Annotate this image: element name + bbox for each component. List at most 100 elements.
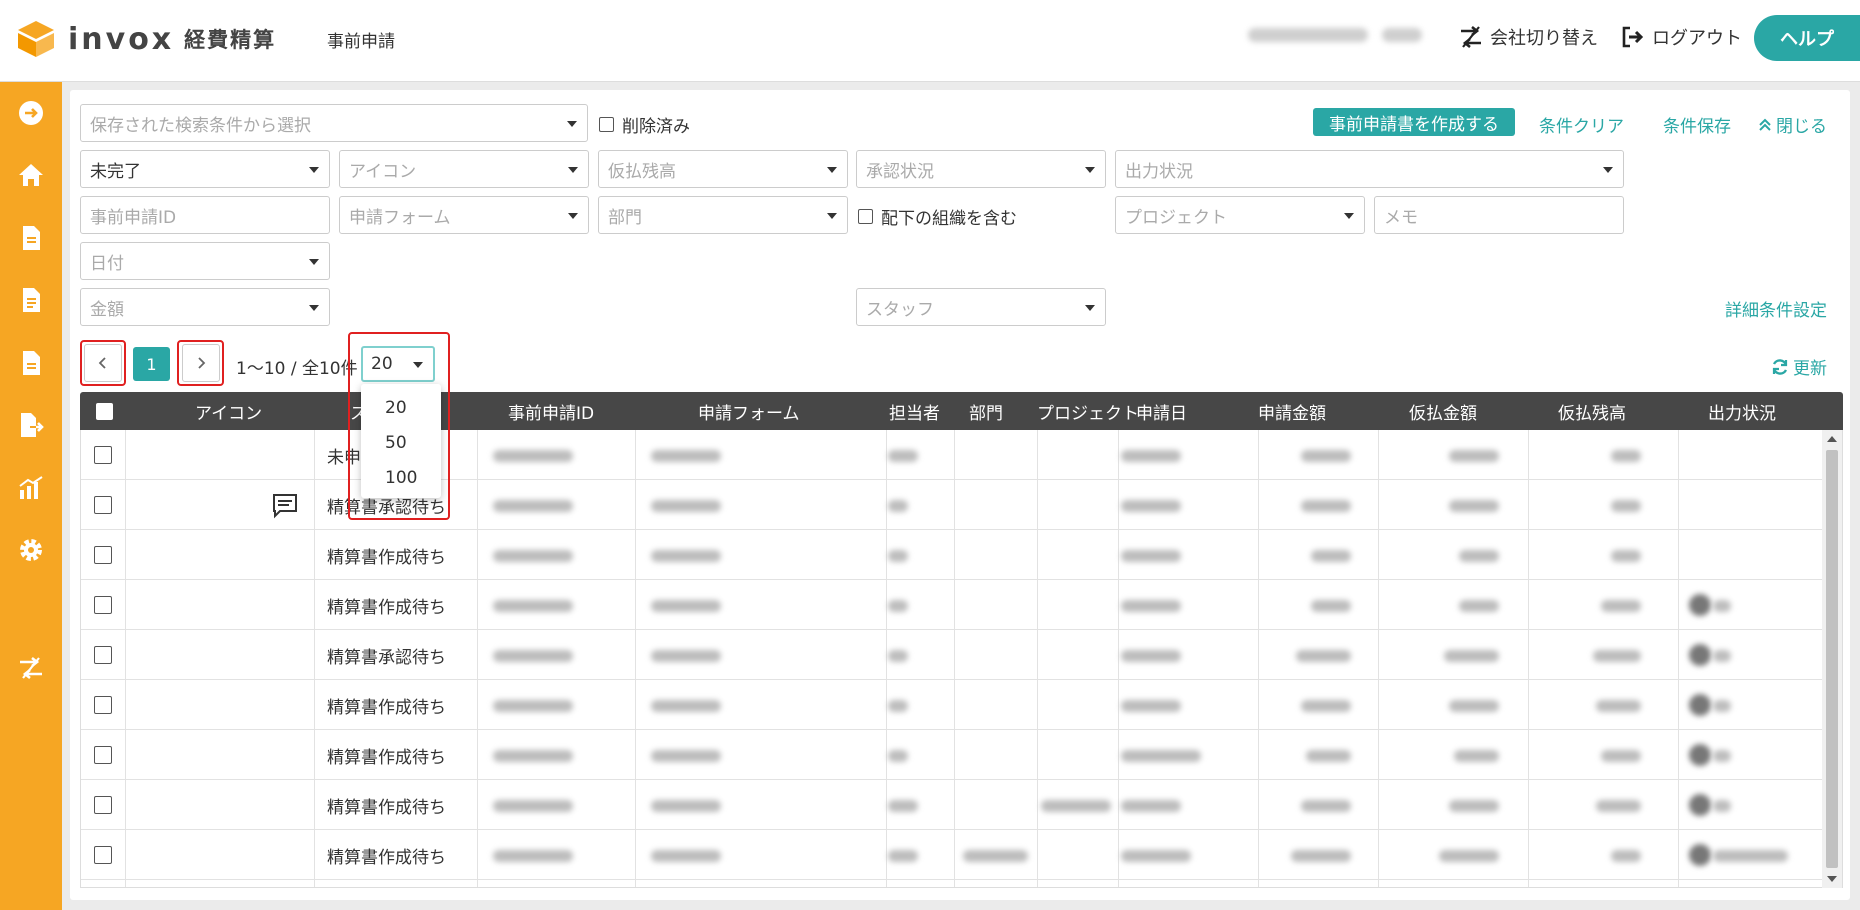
app-header: invox 経費精算 事前申請 会社切り替え ログアウト ヘルプ xyxy=(0,0,1860,82)
application-form-select[interactable]: 申請フォーム xyxy=(339,196,589,234)
save-conditions-link[interactable]: 条件保存 xyxy=(1663,112,1731,137)
logout-icon xyxy=(1622,26,1644,48)
approval-status-placeholder: 承認状況 xyxy=(866,161,934,182)
saved-search-select[interactable]: 保存された検索条件から選択 xyxy=(80,104,588,142)
include-sub-org-box[interactable] xyxy=(858,209,873,224)
memo-placeholder: メモ xyxy=(1384,207,1418,228)
switch-company-button[interactable]: 会社切り替え xyxy=(1458,24,1598,50)
staff-select[interactable]: スタッフ xyxy=(856,288,1106,326)
row-checkbox[interactable] xyxy=(94,646,112,664)
staff-placeholder: スタッフ xyxy=(866,299,934,320)
arrow-right-circle-icon[interactable] xyxy=(14,96,48,130)
memo-input[interactable]: メモ xyxy=(1374,196,1624,234)
table-row[interactable]: 精算書作成待ち xyxy=(81,730,1826,780)
row-checkbox[interactable] xyxy=(94,846,112,864)
switch-company-label: 会社切り替え xyxy=(1490,28,1598,49)
document-list-icon[interactable] xyxy=(14,283,48,317)
request-id-input[interactable]: 事前申請ID xyxy=(80,196,330,234)
col-request-id[interactable]: 事前申請ID xyxy=(508,392,594,430)
scroll-down-arrow[interactable] xyxy=(1827,876,1837,882)
logo-subtitle: 経費精算 xyxy=(184,28,277,52)
close-filters-link[interactable]: 閉じる xyxy=(1758,112,1827,137)
scroll-thumb[interactable] xyxy=(1826,450,1838,868)
amount-select[interactable]: 金額 xyxy=(80,288,330,326)
detail-conditions-link[interactable]: 詳細条件設定 xyxy=(1725,296,1827,321)
table-row[interactable]: 精算書承認待ち xyxy=(81,480,1826,530)
switch-icon xyxy=(1461,25,1481,49)
row-status: 精算書作成待ち xyxy=(327,547,446,568)
logout-label: ログアウト xyxy=(1652,28,1742,49)
row-checkbox[interactable] xyxy=(94,496,112,514)
highlight-per-page xyxy=(348,332,450,520)
col-form[interactable]: 申請フォーム xyxy=(698,392,800,430)
col-amount[interactable]: 申請金額 xyxy=(1258,392,1326,430)
col-department[interactable]: 部門 xyxy=(969,392,1003,430)
table-row[interactable]: 精算書作成待ち xyxy=(81,780,1826,830)
logo-text: invox xyxy=(68,21,175,57)
refresh-button[interactable]: 更新 xyxy=(1771,354,1827,379)
user-name-redacted xyxy=(1248,28,1423,46)
deleted-checkbox[interactable]: 削除済み xyxy=(599,112,690,137)
document-text-icon[interactable] xyxy=(14,346,48,380)
deleted-label: 削除済み xyxy=(622,117,690,137)
output-status-select[interactable]: 出力状況 xyxy=(1115,150,1624,188)
row-checkbox[interactable] xyxy=(94,796,112,814)
col-assignee[interactable]: 担当者 xyxy=(889,392,940,430)
completion-status-select[interactable]: 未完了 xyxy=(80,150,330,188)
page-1-button[interactable]: 1 xyxy=(133,347,170,381)
row-status: 精算書作成待ち xyxy=(327,797,446,818)
request-id-placeholder: 事前申請ID xyxy=(90,207,177,228)
row-status: 精算書作成待ち xyxy=(327,847,446,868)
gear-icon[interactable] xyxy=(14,533,48,567)
switch-icon[interactable] xyxy=(14,651,48,685)
col-icon[interactable]: アイコン xyxy=(195,392,262,430)
row-status: 精算書承認待ち xyxy=(327,647,446,668)
document-export-icon[interactable] xyxy=(14,408,48,442)
approval-status-select[interactable]: 承認状況 xyxy=(856,150,1106,188)
table-row[interactable]: 精算書承認待ち xyxy=(81,630,1826,680)
document-icon[interactable] xyxy=(14,221,48,255)
table-row[interactable]: 精算書作成待ち xyxy=(81,530,1826,580)
row-checkbox[interactable] xyxy=(94,596,112,614)
row-checkbox[interactable] xyxy=(94,746,112,764)
col-output-status[interactable]: 出力状況 xyxy=(1708,392,1776,430)
sidebar xyxy=(0,82,62,910)
bar-chart-icon[interactable] xyxy=(14,471,48,505)
table-row[interactable]: 精算書作成待ち xyxy=(81,580,1826,630)
select-all-checkbox[interactable] xyxy=(96,403,113,420)
date-select[interactable]: 日付 xyxy=(80,242,330,280)
advance-balance-select[interactable]: 仮払残高 xyxy=(598,150,848,188)
project-placeholder: プロジェクト xyxy=(1125,207,1227,228)
table-scrollbar[interactable] xyxy=(1822,430,1842,888)
table-row[interactable]: 精算書作成待ち xyxy=(81,680,1826,730)
refresh-icon xyxy=(1772,358,1788,375)
saved-search-placeholder: 保存された検索条件から選択 xyxy=(90,115,311,136)
refresh-label: 更新 xyxy=(1793,359,1827,379)
project-select[interactable]: プロジェクト xyxy=(1115,196,1365,234)
logout-button[interactable]: ログアウト xyxy=(1620,24,1742,50)
icon-filter-placeholder: アイコン xyxy=(349,161,417,182)
clear-conditions-link[interactable]: 条件クリア xyxy=(1539,112,1624,137)
department-select[interactable]: 部門 xyxy=(598,196,848,234)
application-form-placeholder: 申請フォーム xyxy=(349,207,451,228)
comment-icon[interactable] xyxy=(271,491,299,519)
include-sub-org-checkbox[interactable]: 配下の組織を含む xyxy=(858,204,1017,229)
table-row[interactable]: 未申 xyxy=(81,430,1826,480)
app-logo[interactable]: invox 経費精算 xyxy=(16,18,276,60)
col-project[interactable]: プロジェクト xyxy=(1037,392,1139,430)
col-advance-balance[interactable]: 仮払残高 xyxy=(1558,392,1626,430)
include-sub-org-label: 配下の組織を含む xyxy=(881,209,1017,229)
row-checkbox[interactable] xyxy=(94,546,112,564)
scroll-up-arrow[interactable] xyxy=(1827,436,1837,442)
main-panel: 保存された検索条件から選択 削除済み 事前申請書を作成する 条件クリア 条件保存… xyxy=(70,90,1850,900)
icon-filter-select[interactable]: アイコン xyxy=(339,150,589,188)
table-row[interactable]: 精算書作成待ち xyxy=(81,830,1826,880)
row-checkbox[interactable] xyxy=(94,696,112,714)
deleted-checkbox-box[interactable] xyxy=(599,117,614,132)
row-checkbox[interactable] xyxy=(94,446,112,464)
home-icon[interactable] xyxy=(14,158,48,192)
create-request-button[interactable]: 事前申請書を作成する xyxy=(1313,108,1515,136)
col-advance-amount[interactable]: 仮払金額 xyxy=(1409,392,1477,430)
col-date[interactable]: 申請日 xyxy=(1136,392,1187,430)
help-button[interactable]: ヘルプ xyxy=(1754,15,1860,61)
